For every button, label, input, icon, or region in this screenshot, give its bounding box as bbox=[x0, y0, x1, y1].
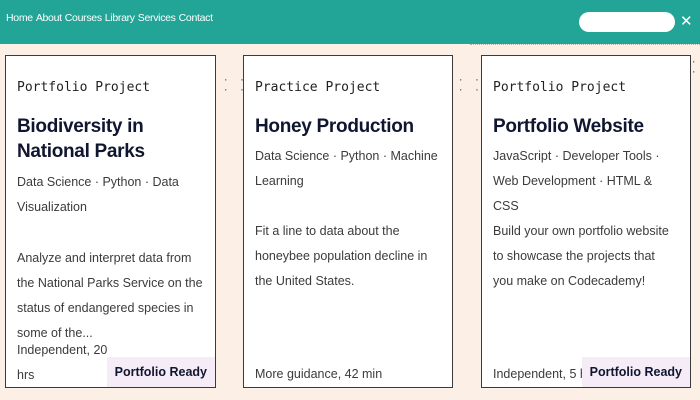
card-description: Fit a line to data about the honeybee po… bbox=[255, 224, 428, 288]
divider bbox=[470, 44, 700, 45]
card-tags: Data Science · Python · Machine Learning bbox=[255, 149, 438, 188]
card-meta: Independent, 20 hrs bbox=[17, 343, 108, 382]
card-title: Portfolio Website bbox=[493, 116, 644, 137]
portfolio-ready-badge: Portfolio Ready bbox=[106, 357, 215, 387]
card-title: Biodiversity in National Parks bbox=[17, 116, 145, 162]
nav-links: Home About Courses Library Services Cont… bbox=[6, 12, 213, 24]
close-icon[interactable]: ✕ bbox=[680, 13, 694, 29]
card-meta: More guidance, 42 min bbox=[255, 367, 383, 381]
top-navbar: Home About Courses Library Services Cont… bbox=[0, 0, 700, 44]
separator-dots: · · · · bbox=[458, 76, 480, 96]
nav-link-about[interactable]: About bbox=[36, 12, 62, 24]
project-card[interactable]: Practice Project Honey Production Data S… bbox=[243, 55, 453, 388]
nav-link-library[interactable]: Library bbox=[105, 12, 135, 24]
card-description: Build your own portfolio website to show… bbox=[493, 224, 669, 288]
nav-link-services[interactable]: Services bbox=[138, 12, 176, 24]
card-tags: JavaScript · Developer Tools · Web Devel… bbox=[493, 149, 660, 213]
nav-link-courses[interactable]: Courses bbox=[65, 12, 102, 24]
project-card[interactable]: Portfolio Project Portfolio Website Java… bbox=[481, 55, 691, 388]
card-title: Honey Production bbox=[255, 116, 414, 137]
page: Home About Courses Library Services Cont… bbox=[0, 0, 700, 400]
card-type: Portfolio Project bbox=[493, 80, 627, 95]
card-type: Practice Project bbox=[255, 80, 381, 95]
card-type: Portfolio Project bbox=[17, 80, 151, 95]
portfolio-ready-badge: Portfolio Ready bbox=[581, 357, 690, 387]
nav-link-home[interactable]: Home bbox=[6, 12, 33, 24]
card-description: Analyze and interpret data from the Nati… bbox=[17, 251, 203, 340]
nav-link-contact[interactable]: Contact bbox=[179, 12, 213, 24]
card-tags: Data Science · Python · Data Visualizati… bbox=[17, 175, 179, 214]
search-input[interactable] bbox=[579, 12, 675, 32]
separator-dots: · · · · bbox=[223, 76, 245, 96]
project-card[interactable]: Portfolio Project Biodiversity in Nation… bbox=[5, 55, 216, 388]
separator-dots: · · bbox=[691, 58, 697, 78]
